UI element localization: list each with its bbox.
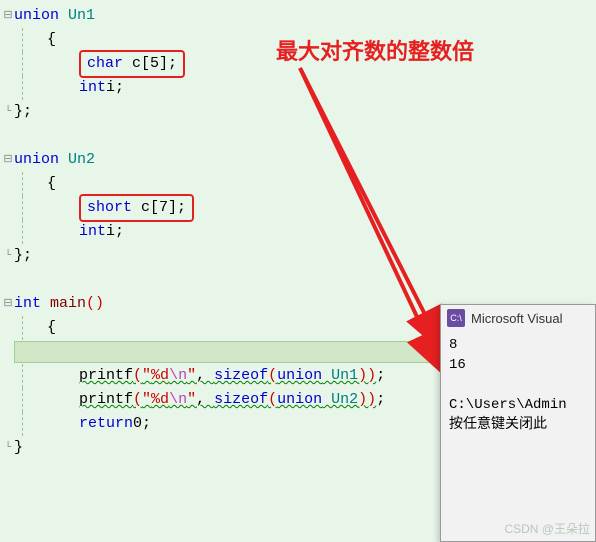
keyword-int: int <box>79 220 106 244</box>
watermark: CSDN @王朵拉 <box>504 520 590 537</box>
brace-open: { <box>47 316 56 340</box>
brace-open: { <box>47 28 56 52</box>
keyword-int: int <box>14 292 41 316</box>
highlighted-field: char c[5]; <box>79 50 185 78</box>
fold-end-icon: └ <box>2 244 14 268</box>
annotation-text: 最大对齐数的整数倍 <box>276 34 474 66</box>
fold-icon[interactable]: ⊟ <box>2 148 14 172</box>
fold-icon[interactable]: ⊟ <box>2 4 14 28</box>
close-statement: }; <box>14 100 32 124</box>
fold-end-icon: └ <box>2 100 14 124</box>
terminal-title-text: Microsoft Visual <box>471 311 563 326</box>
printf-call: printf("%d\n", sizeof(union Un1)) <box>79 364 376 388</box>
type-name: Un2 <box>68 148 95 172</box>
fold-end-icon: └ <box>2 436 14 460</box>
brace-open: { <box>47 172 56 196</box>
terminal-titlebar[interactable]: C:\ Microsoft Visual <box>441 305 595 331</box>
close-statement: }; <box>14 244 32 268</box>
terminal-output: 8 16 C:\Users\Admin 按任意键关闭此 <box>441 331 595 439</box>
brace-close: } <box>14 436 23 460</box>
keyword-int: int <box>79 76 106 100</box>
terminal-window[interactable]: C:\ Microsoft Visual 8 16 C:\Users\Admin… <box>440 304 596 542</box>
vs-icon: C:\ <box>447 309 465 327</box>
function-name: main <box>50 292 86 316</box>
printf-call: printf("%d\n", sizeof(union Un2)) <box>79 388 376 412</box>
type-name: Un1 <box>68 4 95 28</box>
fold-icon[interactable]: ⊟ <box>2 292 14 316</box>
keyword-return: return <box>79 412 133 436</box>
keyword-union: union <box>14 4 59 28</box>
parens: () <box>86 292 104 316</box>
keyword-union: union <box>14 148 59 172</box>
highlighted-field: short c[7]; <box>79 194 194 222</box>
